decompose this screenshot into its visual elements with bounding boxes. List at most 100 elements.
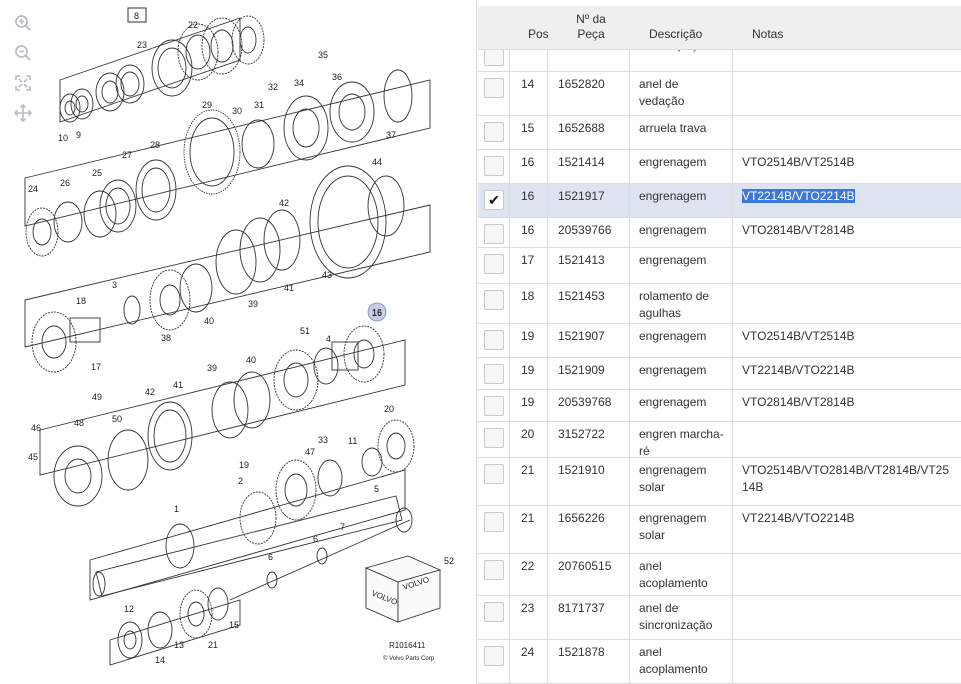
part-label-15[interactable]: 15	[229, 620, 239, 630]
table-row[interactable]: 19 1521909 engrenagem VT2214B/VTO2214B	[478, 358, 961, 390]
column-header-notes[interactable]: Notas	[733, 6, 961, 49]
part-label-4[interactable]: 4	[326, 334, 331, 344]
part-label-48[interactable]: 48	[74, 418, 84, 428]
part-label-47[interactable]: 47	[305, 447, 315, 457]
part-label-27[interactable]: 27	[122, 150, 132, 160]
cell-description: engrenagem solar	[630, 506, 733, 554]
cell-notes: VT2214B/VTO2214B	[733, 184, 961, 218]
part-label-46[interactable]: 46	[31, 423, 41, 433]
part-label-34[interactable]: 34	[294, 78, 304, 88]
part-label-20[interactable]: 20	[384, 404, 394, 414]
part-label-16[interactable]: 16	[372, 308, 382, 318]
row-checkbox[interactable]	[484, 364, 504, 384]
part-label-29[interactable]: 29	[202, 100, 212, 110]
part-label-22[interactable]: 22	[188, 20, 198, 30]
row-checkbox[interactable]	[484, 156, 504, 176]
part-label-5[interactable]: 5	[374, 484, 379, 494]
table-row[interactable]: 17 1521413 engrenagem	[478, 248, 961, 284]
part-label-25[interactable]: 25	[92, 168, 102, 178]
pan-icon[interactable]	[8, 98, 38, 128]
part-label-1[interactable]: 1	[174, 504, 179, 514]
table-row[interactable]: 21 1521910 engrenagem solar VTO2514B/VTO281…	[478, 458, 961, 506]
part-label-17[interactable]: 17	[91, 362, 101, 372]
row-checkbox[interactable]	[484, 290, 504, 310]
table-row[interactable]: 19 1521907 engrenagem VTO2514B/VT2514B	[478, 324, 961, 358]
part-label-41[interactable]: 41	[284, 283, 294, 293]
part-label-12[interactable]: 12	[124, 604, 134, 614]
zoom-out-icon[interactable]	[8, 38, 38, 68]
part-label-51[interactable]: 51	[300, 326, 310, 336]
row-checkbox[interactable]	[484, 396, 504, 416]
table-row[interactable]: 14 1652820 anel de vedação	[478, 72, 961, 116]
part-label-52[interactable]: 52	[444, 556, 454, 566]
part-label-7[interactable]: 7	[340, 522, 345, 532]
row-checkbox[interactable]	[484, 78, 504, 98]
part-label-11[interactable]: 11	[348, 436, 357, 446]
table-row[interactable]: 24 1521878 anel acoplamento	[478, 640, 961, 684]
table-row[interactable]: 18 1521453 rolamento de agulhas	[478, 284, 961, 324]
row-checkbox[interactable]	[484, 122, 504, 142]
part-label-19[interactable]: 19	[239, 460, 249, 470]
part-label-36[interactable]: 36	[332, 72, 342, 82]
row-checkbox[interactable]	[484, 224, 504, 244]
part-label-44[interactable]: 44	[372, 157, 382, 167]
part-label-6[interactable]: 6	[268, 552, 273, 562]
table-row[interactable]: 15 1652688 arruela trava	[478, 116, 961, 150]
part-label-42[interactable]: 42	[145, 387, 155, 397]
column-header-pos[interactable]: Pos	[510, 6, 549, 49]
part-label-45[interactable]: 45	[28, 452, 38, 462]
table-row[interactable]: 22 20760515 anel acoplamento	[478, 554, 961, 596]
part-label-35[interactable]: 35	[318, 50, 328, 60]
part-label-14[interactable]: 14	[155, 655, 165, 665]
part-label-41[interactable]: 41	[173, 380, 183, 390]
table-row[interactable]: 20 3152722 engren marcha-ré	[478, 422, 961, 458]
part-label-21[interactable]: 21	[208, 640, 218, 650]
column-header-description[interactable]: Descrição	[630, 6, 733, 49]
part-label-40[interactable]: 40	[204, 316, 214, 326]
part-label-28[interactable]: 28	[150, 140, 160, 150]
part-label-2[interactable]: 2	[238, 476, 243, 486]
part-label-18[interactable]: 18	[76, 296, 86, 306]
part-label-6[interactable]: 6	[313, 534, 318, 544]
row-checkbox[interactable]	[484, 602, 504, 622]
part-label-10[interactable]: 10	[58, 133, 68, 143]
part-label-50[interactable]: 50	[112, 414, 122, 424]
part-label-39[interactable]: 39	[207, 363, 217, 373]
part-label-49[interactable]: 49	[92, 392, 102, 402]
table-row[interactable]: 23 8171737 anel de sincronização	[478, 596, 961, 640]
part-label-38[interactable]: 38	[161, 333, 171, 343]
cell-description-text: engrenagem	[639, 363, 707, 377]
row-checkbox[interactable]	[484, 428, 504, 448]
part-label-31[interactable]: 31	[254, 100, 264, 110]
part-label-30[interactable]: 30	[232, 106, 242, 116]
zoom-in-icon[interactable]	[8, 8, 38, 38]
part-label-13[interactable]: 13	[174, 640, 184, 650]
part-label-42[interactable]: 42	[279, 198, 289, 208]
part-label-43[interactable]: 43	[322, 270, 332, 280]
row-checkbox[interactable]	[484, 646, 504, 666]
column-header-part-no[interactable]: Nº da Peça	[548, 6, 630, 49]
table-row[interactable]: ✔ 16 1521917 engrenagem VT2214B/VTO2214B	[478, 184, 961, 218]
row-checkbox[interactable]	[484, 560, 504, 580]
fit-screen-icon[interactable]	[8, 68, 38, 98]
part-label-39[interactable]: 39	[248, 299, 258, 309]
part-label-32[interactable]: 32	[268, 82, 278, 92]
part-label-37[interactable]: 37	[386, 130, 396, 140]
table-row[interactable]: 21 1656226 engrenagem solar VT2214B/VTO2214…	[478, 506, 961, 554]
row-checkbox-checked[interactable]: ✔	[484, 190, 504, 210]
part-label-40[interactable]: 40	[246, 355, 256, 365]
part-label-3[interactable]: 3	[112, 280, 117, 290]
table-row[interactable]: 16 20539766 engrenagem VTO2814B/VT2814B	[478, 218, 961, 248]
part-label-26[interactable]: 26	[60, 178, 70, 188]
exploded-diagram-panel[interactable]: VOLVO VOLVO 16 8 22 23 35 32 34 36 10 9 31 29 30 37…	[0, 0, 477, 684]
table-row[interactable]: 16 1521414 engrenagem VTO2514B/VT2514B	[478, 150, 961, 184]
row-checkbox[interactable]	[484, 254, 504, 274]
row-checkbox[interactable]	[484, 512, 504, 532]
part-label-23[interactable]: 23	[137, 40, 147, 50]
table-row[interactable]: 19 20539768 engrenagem VTO2814B/VT2814B	[478, 390, 961, 422]
row-checkbox[interactable]	[484, 464, 504, 484]
row-checkbox[interactable]	[484, 330, 504, 350]
part-label-33[interactable]: 33	[318, 435, 328, 445]
part-label-9[interactable]: 9	[76, 130, 81, 140]
part-label-24[interactable]: 24	[28, 184, 38, 194]
